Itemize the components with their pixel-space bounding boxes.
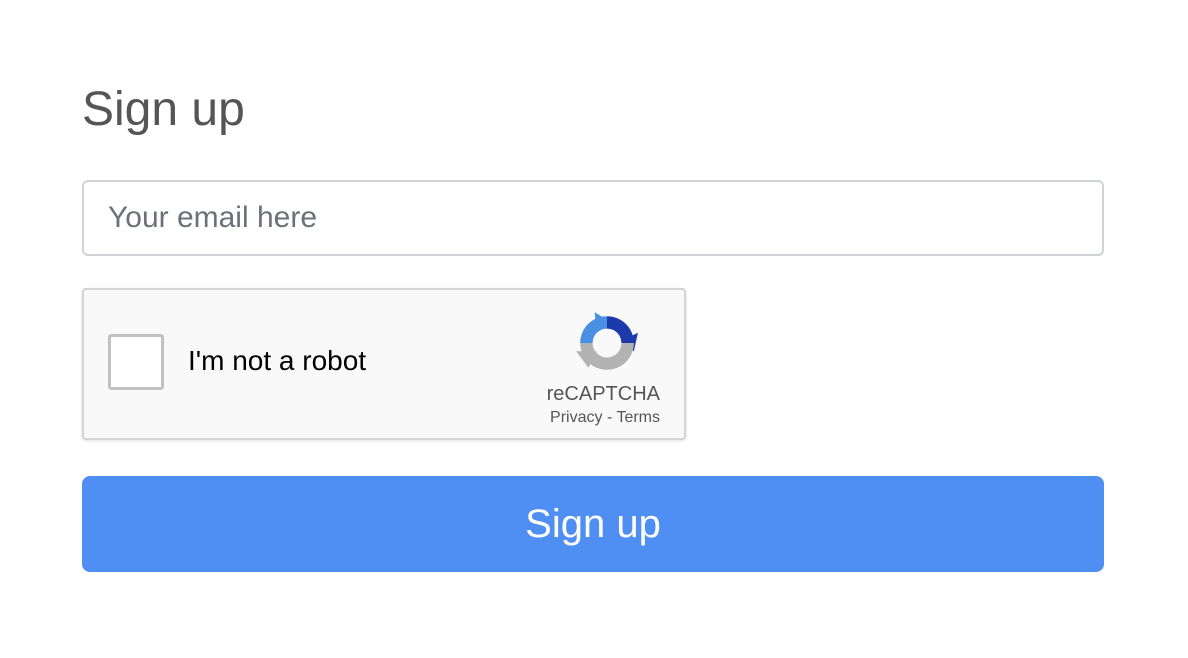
recaptcha-links-separator: -	[602, 409, 617, 426]
recaptcha-checkbox-label: I'm not a robot	[188, 345, 367, 376]
recaptcha-brand: reCAPTCHA	[546, 383, 660, 405]
signup-button[interactable]: Sign up	[82, 476, 1104, 572]
page-title: Sign up	[82, 83, 245, 136]
recaptcha-privacy-link[interactable]: Privacy	[550, 409, 602, 426]
email-input[interactable]	[82, 180, 1104, 256]
recaptcha-terms-link[interactable]: Terms	[616, 409, 660, 426]
recaptcha-logo-icon	[576, 312, 638, 370]
recaptcha-widget: I'm not a robot reCAPTCHA Privacy - Term…	[82, 288, 686, 440]
recaptcha-checkbox[interactable]	[108, 334, 164, 390]
recaptcha-links: Privacy - Terms	[550, 408, 660, 428]
